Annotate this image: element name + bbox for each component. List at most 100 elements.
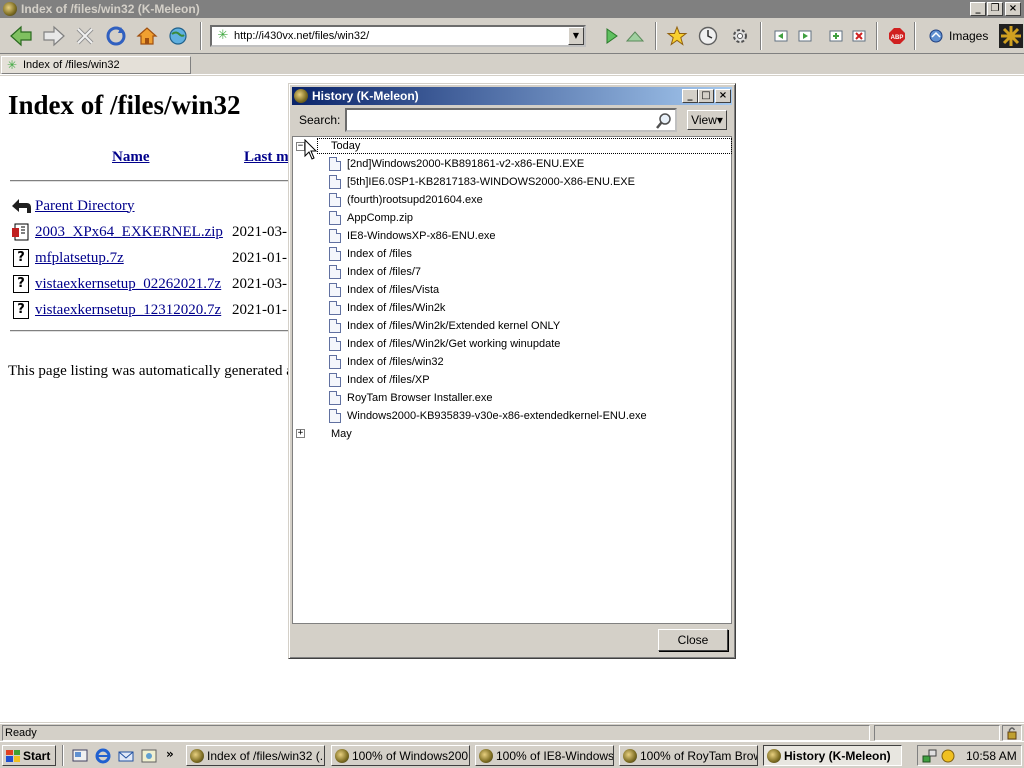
images-label: Images (949, 29, 989, 43)
dialog-maximize-button[interactable]: □ (698, 89, 714, 103)
star-icon (666, 25, 688, 46)
stop-button[interactable] (72, 23, 98, 49)
task-label: 100% of RoyTam Brow... (640, 748, 757, 763)
main-window-titlebar[interactable]: Index of /files/win32 (K-Meleon) _ ❐ × (0, 0, 1024, 18)
history-dialog-titlebar[interactable]: History (K-Meleon) _ □ × (292, 87, 732, 105)
history-item-label: [5th]IE6.0SP1-KB2817183-WINDOWS2000-X86-… (347, 176, 635, 188)
clock[interactable]: 10:58 AM (966, 749, 1017, 763)
history-item-label: Index of /files (347, 248, 412, 260)
sidebar-button[interactable] (165, 23, 191, 49)
expand-may-button[interactable]: + (296, 429, 305, 438)
minimize-button[interactable]: _ (970, 2, 986, 16)
toolbar-separator (200, 22, 202, 50)
toolbar-separator (876, 22, 878, 50)
tray-app-icon[interactable] (940, 748, 956, 764)
status-pane (874, 725, 1000, 741)
network-icon[interactable] (922, 748, 938, 764)
next-window-button[interactable] (792, 23, 818, 49)
images-icon (929, 29, 943, 43)
prev-window-button[interactable] (768, 23, 794, 49)
internet-explorer-icon[interactable] (95, 748, 111, 764)
up-button[interactable] (622, 23, 648, 49)
clock-icon (698, 26, 718, 46)
window-new-icon (829, 30, 843, 42)
url-bar[interactable]: ✳ http://i430vx.net/files/win32/ ▼ (210, 25, 586, 47)
history-item[interactable]: Index of /files/Vista (329, 281, 439, 299)
restore-button[interactable]: ❐ (987, 2, 1003, 16)
history-item[interactable]: IE8-WindowsXP-x86-ENU.exe (329, 227, 496, 245)
close-window-button[interactable]: × (1005, 2, 1021, 16)
history-item-label: RoyTam Browser Installer.exe (347, 392, 493, 404)
search-icon[interactable] (655, 112, 673, 130)
history-item[interactable]: RoyTam Browser Installer.exe (329, 389, 493, 407)
images-toggle-button[interactable]: Images (928, 27, 988, 45)
history-item-label: (fourth)rootsupd201604.exe (347, 194, 483, 206)
taskbar-task[interactable]: 100% of Windows200... (331, 745, 470, 766)
back-button[interactable] (8, 23, 34, 49)
file-row: ? vistaexkernsetup_02262021.7z 2021-03- (10, 273, 287, 295)
column-header-name[interactable]: Name (112, 149, 150, 166)
url-dropdown-button[interactable]: ▼ (568, 27, 584, 45)
history-item-label: Index of /files/Win2k/Get working winupd… (347, 338, 561, 350)
history-item[interactable]: Index of /files/Win2k/Get working winupd… (329, 335, 560, 353)
tree-group-today[interactable]: Today (331, 137, 360, 155)
history-search-input[interactable] (345, 108, 677, 132)
history-item-label: Index of /files/win32 (347, 356, 444, 368)
file-date: 2021-01- (232, 249, 287, 266)
file-link[interactable]: vistaexkernsetup_12312020.7z (35, 302, 232, 319)
divider (10, 180, 300, 182)
history-item[interactable]: Index of /files/Win2k/Extended kernel ON… (329, 317, 560, 335)
parent-directory-link[interactable]: Parent Directory (35, 198, 232, 215)
history-item[interactable]: [5th]IE6.0SP1-KB2817183-WINDOWS2000-X86-… (329, 173, 635, 191)
taskbar-task[interactable]: 100% of RoyTam Brow... (619, 745, 758, 766)
history-close-button[interactable]: Close (658, 629, 728, 651)
quick-launch-overflow-icon[interactable]: » (166, 747, 174, 761)
history-item[interactable]: Index of /files (329, 245, 412, 263)
dialog-close-button[interactable]: × (715, 89, 731, 103)
settings-button[interactable] (727, 23, 753, 49)
url-input[interactable]: http://i430vx.net/files/win32/ (234, 30, 568, 42)
file-row: ? vistaexkernsetup_12312020.7z 2021-01- (10, 299, 287, 321)
history-tree[interactable]: − Today [2nd]Windows2000-KB891861-v2-x86… (292, 136, 732, 624)
history-item[interactable]: Index of /files/7 (329, 263, 421, 281)
forward-arrow-icon (43, 25, 65, 47)
outlook-express-icon[interactable] (118, 748, 134, 764)
history-item[interactable]: Index of /files/win32 (329, 353, 444, 371)
history-item[interactable]: Windows2000-KB935839-v30e-x86-extendedke… (329, 407, 647, 425)
view-menu-button[interactable]: View▾ (687, 110, 727, 130)
media-icon[interactable] (141, 748, 157, 764)
page-icon (329, 337, 341, 351)
tab-index-win32[interactable]: ✳ Index of /files/win32 (1, 56, 191, 74)
adblock-button[interactable]: ABP (884, 23, 910, 49)
taskbar-task-active[interactable]: History (K-Meleon) (763, 745, 902, 766)
page-icon (329, 193, 341, 207)
history-item[interactable]: Index of /files/Win2k (329, 299, 445, 317)
reload-button[interactable] (103, 23, 129, 49)
page-icon (329, 319, 341, 333)
go-button[interactable] (598, 23, 624, 49)
history-item[interactable]: (fourth)rootsupd201604.exe (329, 191, 483, 209)
taskbar-task[interactable]: Index of /files/win32 (... (186, 745, 325, 766)
system-tray: 10:58 AM (917, 745, 1022, 766)
tree-group-may[interactable]: May (331, 425, 352, 443)
history-button[interactable] (695, 23, 721, 49)
task-label: 100% of Windows200... (352, 748, 470, 763)
history-item[interactable]: AppComp.zip (329, 209, 413, 227)
page-icon (329, 157, 341, 171)
start-button[interactable]: Start (2, 745, 56, 766)
history-item[interactable]: Index of /files/XP (329, 371, 430, 389)
history-item[interactable]: [2nd]Windows2000-KB891861-v2-x86-ENU.EXE (329, 155, 584, 173)
page-icon (329, 391, 341, 405)
file-link[interactable]: 2003_XPx64_EXKERNEL.zip (35, 224, 232, 241)
show-desktop-icon[interactable] (72, 748, 88, 764)
column-header-last-modified[interactable]: Last m (244, 149, 289, 166)
file-link[interactable]: vistaexkernsetup_02262021.7z (35, 276, 232, 293)
forward-button[interactable] (41, 23, 67, 49)
status-text: Ready (2, 725, 870, 741)
bookmarks-button[interactable] (664, 23, 690, 49)
close-tab-button[interactable] (846, 23, 872, 49)
home-button[interactable] (134, 23, 160, 49)
taskbar-task[interactable]: 100% of IE8-Windows... (475, 745, 614, 766)
file-link[interactable]: mfplatsetup.7z (35, 250, 232, 267)
dialog-minimize-button[interactable]: _ (682, 89, 698, 103)
